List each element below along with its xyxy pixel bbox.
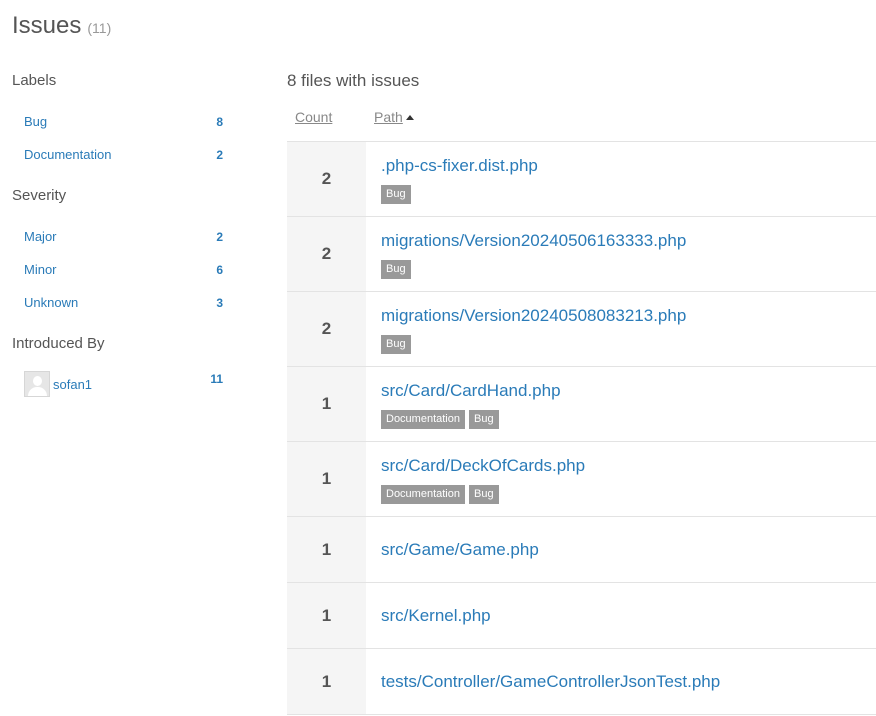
tag-list: Documentation Bug xyxy=(381,484,876,504)
table-row: 1 tests/Controller/GameControllerJsonTes… xyxy=(287,649,876,715)
file-path-link[interactable]: src/Card/CardHand.php xyxy=(381,380,876,402)
facet-count: 8 xyxy=(216,114,223,129)
file-path-link[interactable]: .php-cs-fixer.dist.php xyxy=(381,155,876,177)
author-name[interactable]: sofan1 xyxy=(53,377,92,392)
facet-count: 2 xyxy=(216,147,223,162)
table-row: 2 migrations/Version20240508083213.php B… xyxy=(287,292,876,367)
facet-label[interactable]: Major xyxy=(24,229,57,244)
tag-badge: Bug xyxy=(381,259,411,279)
facet-item-bug[interactable]: Bug 8 xyxy=(12,105,224,138)
facet-label[interactable]: Bug xyxy=(24,114,47,129)
table-row: 2 .php-cs-fixer.dist.php Bug xyxy=(287,142,876,217)
files-heading: 8 files with issues xyxy=(287,71,420,90)
table-header: Count Path xyxy=(287,92,876,142)
file-path-link[interactable]: src/Card/DeckOfCards.php xyxy=(381,455,876,477)
facet-title-labels: Labels xyxy=(12,72,57,89)
tag-list: Documentation Bug xyxy=(381,409,876,429)
main-content: 8 files with issues Count Path 2 .php-cs… xyxy=(287,70,876,715)
page-heading: Issues (11) xyxy=(12,12,111,42)
sort-ascending-icon xyxy=(405,114,414,120)
tag-badge: Documentation xyxy=(381,409,465,429)
author-item-sofan1[interactable]: sofan1 11 xyxy=(12,370,224,398)
issue-count-cell: 1 xyxy=(287,583,366,648)
facet-count: 6 xyxy=(216,262,223,277)
sidebar: Labels Bug 8 Documentation 2 Severity Ma… xyxy=(12,70,224,412)
facet-count: 2 xyxy=(216,229,223,244)
tag-badge: Documentation xyxy=(381,484,465,504)
facet-label[interactable]: Documentation xyxy=(24,147,111,162)
tag-badge: Bug xyxy=(469,484,499,504)
facet-label[interactable]: Unknown xyxy=(24,295,78,310)
page-title: Issues xyxy=(12,12,82,39)
table-row: 1 src/Card/CardHand.php Documentation Bu… xyxy=(287,367,876,442)
table-row: 1 src/Card/DeckOfCards.php Documentation… xyxy=(287,442,876,517)
file-path-link[interactable]: src/Game/Game.php xyxy=(381,539,876,561)
tag-badge: Bug xyxy=(381,184,411,204)
table-row: 1 src/Kernel.php xyxy=(287,583,876,649)
issue-count-cell: 1 xyxy=(287,367,366,441)
facet-item-documentation[interactable]: Documentation 2 xyxy=(12,138,224,171)
author-link[interactable]: sofan1 xyxy=(24,370,92,398)
table-row: 2 migrations/Version20240506163333.php B… xyxy=(287,217,876,292)
issue-count-cell: 1 xyxy=(287,649,366,714)
file-path-link[interactable]: src/Kernel.php xyxy=(381,605,876,627)
tag-list: Bug xyxy=(381,259,876,279)
issue-count-cell: 1 xyxy=(287,442,366,516)
file-path-link[interactable]: migrations/Version20240506163333.php xyxy=(381,230,876,252)
facet-label[interactable]: Minor xyxy=(24,262,57,277)
tag-list: Bug xyxy=(381,184,876,204)
facet-item-major[interactable]: Major 2 xyxy=(12,220,224,253)
issue-count-cell: 2 xyxy=(287,142,366,216)
tag-list: Bug xyxy=(381,334,876,354)
facet-item-unknown[interactable]: Unknown 3 xyxy=(12,286,224,319)
facet-severity: Severity Major 2 Minor 6 Unknown 3 xyxy=(12,185,224,319)
file-path-link[interactable]: tests/Controller/GameControllerJsonTest.… xyxy=(381,671,876,693)
tag-badge: Bug xyxy=(469,409,499,429)
author-count: 11 xyxy=(210,372,223,386)
facet-title-introduced-by: Introduced By xyxy=(12,335,105,352)
path-column-label: Path xyxy=(374,108,403,125)
sort-by-count-link[interactable]: Count xyxy=(287,109,367,125)
issue-count-cell: 2 xyxy=(287,217,366,291)
facet-title-severity: Severity xyxy=(12,187,67,204)
facet-list-severity: Major 2 Minor 6 Unknown 3 xyxy=(12,220,224,319)
issue-count-cell: 1 xyxy=(287,517,366,582)
facet-item-minor[interactable]: Minor 6 xyxy=(12,253,224,286)
table-row: 1 src/Game/Game.php xyxy=(287,517,876,583)
issue-count: (11) xyxy=(87,20,112,36)
facet-introduced-by: Introduced By sofan1 11 xyxy=(12,333,224,398)
facet-count: 3 xyxy=(216,295,223,310)
facet-labels: Labels Bug 8 Documentation 2 xyxy=(12,70,224,171)
file-path-link[interactable]: migrations/Version20240508083213.php xyxy=(381,305,876,327)
tag-badge: Bug xyxy=(381,334,411,354)
avatar-placeholder-icon xyxy=(24,371,50,397)
sort-by-path-link[interactable]: Path xyxy=(367,109,414,125)
facet-list-labels: Bug 8 Documentation 2 xyxy=(12,105,224,171)
issue-count-cell: 2 xyxy=(287,292,366,366)
